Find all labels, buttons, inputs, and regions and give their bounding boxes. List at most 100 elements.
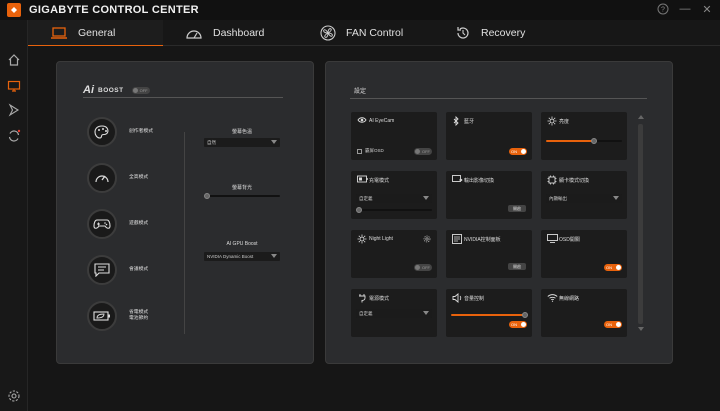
card-night-light[interactable]: Night Light OFF xyxy=(351,230,437,278)
mode-creator[interactable]: 創作者模式 xyxy=(87,117,153,147)
top-navigation: General Dashboard FAN Control Recovery xyxy=(28,20,720,47)
eyecam-toggle[interactable]: OFF xyxy=(414,148,432,155)
slider-thumb[interactable] xyxy=(204,193,210,199)
card-title: 電源模式 xyxy=(369,296,390,302)
tab-label: Recovery xyxy=(481,27,526,39)
nvidia-open-button[interactable]: 開啟 xyxy=(508,263,526,270)
gpu-boost-select[interactable]: NVIDIA Dynamic Boost xyxy=(204,252,280,261)
svg-text:?: ? xyxy=(661,7,665,14)
card-title: OSD開關 xyxy=(559,237,580,243)
palette-icon xyxy=(87,117,117,147)
charging-value: 自定義 xyxy=(359,195,373,201)
eye-icon xyxy=(357,117,367,123)
charging-select[interactable]: 自定義 xyxy=(356,194,432,203)
gauge-icon xyxy=(186,29,202,39)
scroll-up-icon[interactable] xyxy=(638,115,644,119)
panel-icon xyxy=(452,234,462,244)
brightness-slider[interactable] xyxy=(546,138,622,144)
sun-icon xyxy=(547,116,557,126)
settings-scrollbar[interactable] xyxy=(637,115,645,331)
mode-label: 會議模式 xyxy=(129,267,149,272)
sidebar xyxy=(0,20,28,411)
sun-icon xyxy=(357,234,367,244)
night-light-toggle[interactable]: OFF xyxy=(414,264,432,271)
gpu-boost-value: NVIDIA Dynamic Boost xyxy=(207,254,254,259)
tab-general[interactable]: General xyxy=(28,20,163,47)
wifi-toggle[interactable]: ON xyxy=(604,321,622,328)
vertical-divider xyxy=(184,132,185,334)
card-display-switch[interactable]: 輸出影像切換 開啟 xyxy=(446,171,532,219)
gpu-switch-select[interactable]: 內顯輸出 xyxy=(546,194,622,203)
backlight-slider[interactable] xyxy=(204,193,280,199)
arrow-icon[interactable] xyxy=(4,100,24,120)
display-switch-open-button[interactable]: 開啟 xyxy=(508,205,526,212)
power-mode-select[interactable]: 自定義 xyxy=(356,309,432,318)
slider-thumb[interactable] xyxy=(521,312,528,318)
slider-thumb[interactable] xyxy=(590,138,597,144)
backlight-label: 螢幕背光 xyxy=(231,185,252,191)
tab-dashboard[interactable]: Dashboard xyxy=(163,20,298,46)
battery-leaf-icon xyxy=(87,301,117,331)
display-icon[interactable] xyxy=(4,76,24,96)
gigabyte-logo-icon xyxy=(7,3,21,17)
mode-power-saving[interactable]: 省電模式 電池節約 xyxy=(87,301,148,331)
tab-recovery[interactable]: Recovery xyxy=(433,20,568,46)
volume-slider[interactable] xyxy=(451,312,528,318)
close-button[interactable]: ✕ xyxy=(700,2,714,16)
chevron-down-icon xyxy=(271,140,277,144)
home-icon[interactable] xyxy=(4,50,24,70)
card-osd[interactable]: OSD開關 ON xyxy=(541,230,627,278)
osd-icon xyxy=(547,234,558,243)
wifi-icon xyxy=(547,294,558,302)
card-title: 藍牙 xyxy=(464,119,475,125)
settings-icon[interactable] xyxy=(4,386,24,406)
card-bluetooth[interactable]: 藍牙 ON xyxy=(446,112,532,160)
card-title: 輸出影像切換 xyxy=(464,178,495,184)
ai-boost-panel: Ai BOOST OFF 創作者模式 全高模式 遊戲模式 會議模式 省電模式 電… xyxy=(56,61,314,364)
card-brightness[interactable]: 亮度 xyxy=(541,112,627,160)
card-power-mode[interactable]: 電源模式 自定義 xyxy=(351,289,437,337)
card-ai-eyecam[interactable]: AI EyeCam 霸屏OSD OFF xyxy=(351,112,437,160)
osd-checkbox[interactable]: 霸屏OSD xyxy=(357,148,384,154)
ai-boost-toggle[interactable]: OFF xyxy=(131,86,150,94)
ai-logo: Ai xyxy=(83,84,94,96)
charging-slider[interactable] xyxy=(356,207,432,213)
speaker-icon xyxy=(452,293,462,303)
gear-icon[interactable] xyxy=(423,235,431,243)
chip-icon xyxy=(547,175,557,185)
fan-icon xyxy=(320,25,336,41)
minimize-button[interactable]: — xyxy=(678,2,692,16)
card-title: 音量控制 xyxy=(464,296,485,302)
color-temp-value: 自然 xyxy=(207,139,216,145)
settings-title: 設定 xyxy=(354,89,367,95)
card-gpu-switch[interactable]: 顯卡模式切換 內顯輸出 xyxy=(541,171,627,219)
mode-gaming[interactable]: 遊戲模式 xyxy=(87,209,148,239)
card-charging-mode[interactable]: 充電模式 自定義 xyxy=(351,171,437,219)
tab-fan-control[interactable]: FAN Control xyxy=(298,20,433,46)
slider-thumb[interactable] xyxy=(356,207,362,213)
chat-icon xyxy=(87,255,117,285)
help-button[interactable]: ? xyxy=(656,2,670,16)
osd-toggle[interactable]: ON xyxy=(604,264,622,271)
card-title: AI EyeCam xyxy=(369,118,395,124)
power-mode-value: 自定義 xyxy=(359,310,373,316)
bluetooth-toggle[interactable]: ON xyxy=(509,148,527,155)
scroll-thumb[interactable] xyxy=(638,124,643,324)
mode-label: 遊戲模式 xyxy=(129,221,149,226)
chevron-down-icon xyxy=(423,196,429,200)
gpu-switch-value: 內顯輸出 xyxy=(549,195,567,201)
sync-icon[interactable] xyxy=(4,126,24,146)
bluetooth-icon xyxy=(453,116,459,126)
card-nvidia-panel[interactable]: NVIDIA控制面板 開啟 xyxy=(446,230,532,278)
display-output-icon xyxy=(452,175,463,182)
mode-meeting[interactable]: 會議模式 xyxy=(87,255,148,285)
card-wifi[interactable]: 無線網路 ON xyxy=(541,289,627,337)
mode-turbo[interactable]: 全高模式 xyxy=(87,163,148,193)
color-temp-select[interactable]: 自然 xyxy=(204,138,280,147)
tab-label: FAN Control xyxy=(346,27,404,39)
gpu-boost-label: AI GPU Boost xyxy=(226,241,258,247)
scroll-down-icon[interactable] xyxy=(638,327,644,331)
tab-label: Dashboard xyxy=(213,27,265,39)
card-volume[interactable]: 音量控制 ON xyxy=(446,289,532,337)
volume-toggle[interactable]: ON xyxy=(509,321,527,328)
